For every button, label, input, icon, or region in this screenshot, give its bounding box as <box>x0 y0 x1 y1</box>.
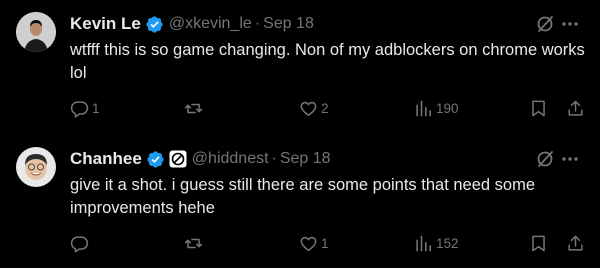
more-icon[interactable] <box>560 14 580 34</box>
view-count: 190 <box>436 100 459 116</box>
repost-icon <box>184 238 203 248</box>
view-count: 152 <box>436 235 459 251</box>
verified-badge-icon <box>146 150 165 169</box>
avatar[interactable] <box>16 147 56 187</box>
like-count: 1 <box>321 235 329 251</box>
grok-icon[interactable] <box>535 14 555 34</box>
share-button[interactable] <box>566 96 585 120</box>
verified-badge-icon <box>145 15 164 34</box>
reply-button[interactable]: 1 <box>70 96 100 120</box>
tweet[interactable]: Chanhee @hiddnest · Sep 18 give it a sho… <box>0 135 600 268</box>
reply-button[interactable] <box>70 231 92 255</box>
bookmark-button[interactable] <box>529 231 548 255</box>
tweet-date[interactable]: Sep 18 <box>280 150 331 168</box>
views-button[interactable]: 190 <box>414 96 459 120</box>
repost-button[interactable] <box>184 231 206 255</box>
tweet-header: Kevin Le @xkevin_le · Sep 18 <box>70 13 600 35</box>
author-name[interactable]: Kevin Le <box>70 14 141 34</box>
views-button[interactable]: 152 <box>414 231 459 255</box>
tweet-actions: 1 152 <box>70 231 600 255</box>
reply-icon <box>70 235 89 253</box>
author-name[interactable]: Chanhee <box>70 149 142 169</box>
affiliate-badge-icon[interactable] <box>169 150 187 168</box>
like-icon <box>300 101 317 116</box>
reply-icon <box>70 100 89 118</box>
repost-button[interactable] <box>184 96 206 120</box>
separator-dot: · <box>271 150 277 167</box>
tweet-text: wtfff this is so game changing. Non of m… <box>70 41 585 82</box>
tweet-actions: 1 2 190 <box>70 96 600 120</box>
like-button[interactable]: 2 <box>299 96 329 120</box>
more-icon[interactable] <box>560 149 580 169</box>
tweet-date[interactable]: Sep 18 <box>263 15 314 33</box>
like-button[interactable]: 1 <box>299 231 329 255</box>
repost-icon <box>184 103 203 113</box>
bookmark-button[interactable] <box>529 96 548 120</box>
author-handle[interactable]: @xkevin_le <box>169 15 252 33</box>
separator-dot: · <box>254 15 261 32</box>
share-icon <box>568 235 583 251</box>
grok-icon[interactable] <box>535 149 555 169</box>
views-icon <box>416 100 432 116</box>
reply-count: 1 <box>92 100 100 116</box>
bookmark-icon <box>532 235 545 251</box>
like-icon <box>300 236 317 251</box>
author-handle[interactable]: @hiddnest <box>192 150 269 168</box>
share-button[interactable] <box>566 231 585 255</box>
like-count: 2 <box>321 100 329 116</box>
bookmark-icon <box>532 100 545 116</box>
tweet-header: Chanhee @hiddnest · Sep 18 <box>70 148 600 170</box>
tweet[interactable]: Kevin Le @xkevin_le · Sep 18 wtfff this … <box>0 0 600 135</box>
avatar[interactable] <box>16 12 56 52</box>
views-icon <box>416 235 432 251</box>
share-icon <box>568 100 583 116</box>
tweet-text: give it a shot. i guess still there are … <box>70 176 535 217</box>
